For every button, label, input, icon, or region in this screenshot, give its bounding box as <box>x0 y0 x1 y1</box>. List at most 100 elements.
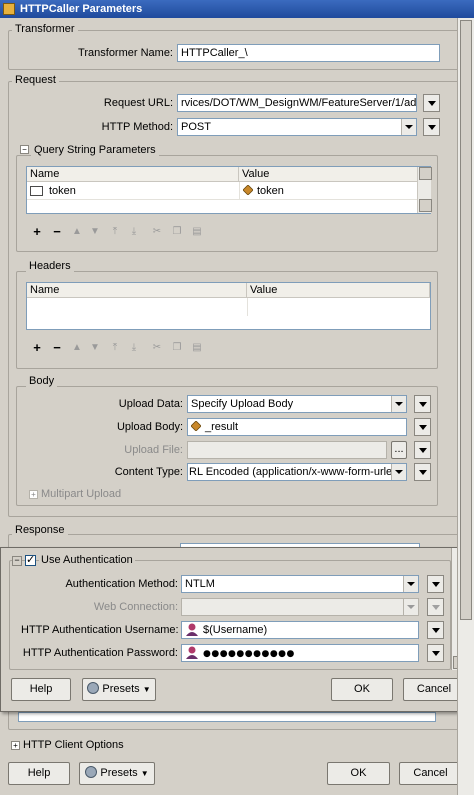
multipart-upload-label[interactable]: Multipart Upload <box>41 488 121 501</box>
cut-icon[interactable]: ✂ <box>150 340 164 356</box>
row-name-text: token <box>49 185 76 197</box>
move-up-icon[interactable]: ▲ <box>70 340 84 356</box>
query-table-toolbar: + − ▲ ▼ ⤒ ⤓ ✂ ❐ ▤ <box>30 224 210 240</box>
expand-icon[interactable]: + <box>29 490 38 499</box>
auth-method-menu-button[interactable] <box>427 575 444 593</box>
column-header-value[interactable]: Value <box>247 283 430 298</box>
add-row-icon[interactable]: + <box>30 224 44 240</box>
request-url-input[interactable]: rvices/DOT/WM_DesignWM/FeatureServer/1/a… <box>177 94 417 112</box>
auth-method-label: Authentication Method: <box>65 578 178 590</box>
use-authentication-label: Use Authentication <box>39 553 135 568</box>
table-row[interactable]: token token <box>27 182 419 200</box>
http-method-menu-button[interactable] <box>423 118 440 136</box>
body-title: Body <box>26 375 58 388</box>
cancel-button[interactable]: Cancel <box>403 678 465 701</box>
upload-file-menu-button[interactable] <box>414 441 431 459</box>
headers-title: Headers <box>26 260 74 273</box>
remove-row-icon[interactable]: − <box>50 340 64 356</box>
query-string-table[interactable]: Name Value token token <box>26 166 432 214</box>
chevron-down-icon[interactable] <box>391 396 406 412</box>
http-method-value: POST <box>181 121 211 133</box>
move-down-icon[interactable]: ▼ <box>88 340 102 356</box>
upload-file-input <box>187 441 387 459</box>
transformer-name-input[interactable]: HTTPCaller_\ <box>177 44 440 62</box>
auth-password-input[interactable]: ●●●●●●●●●●● <box>181 644 419 662</box>
chevron-down-icon[interactable] <box>391 464 406 480</box>
move-bottom-icon[interactable]: ⤓ <box>127 340 141 356</box>
chevron-down-icon[interactable] <box>401 119 416 135</box>
copy-icon[interactable]: ❐ <box>170 340 184 356</box>
content-type-menu-button[interactable] <box>414 463 431 481</box>
upload-body-menu-button[interactable] <box>414 418 431 436</box>
ok-button[interactable]: OK <box>327 762 390 785</box>
scroll-up-icon[interactable] <box>419 167 432 180</box>
copy-icon[interactable]: ❐ <box>170 224 184 240</box>
upload-body-input[interactable]: _result <box>187 418 407 436</box>
ok-button[interactable]: OK <box>331 678 393 701</box>
auth-method-select[interactable]: NTLM <box>181 575 419 593</box>
collapse-icon[interactable]: − <box>12 556 22 566</box>
paste-icon[interactable]: ▤ <box>190 340 204 356</box>
http-client-options-label[interactable]: HTTP Client Options <box>23 739 124 752</box>
http-method-select[interactable]: POST <box>177 118 417 136</box>
use-authentication-checkbox[interactable] <box>25 553 36 566</box>
move-top-icon[interactable]: ⤒ <box>108 340 122 356</box>
presets-icon <box>85 766 98 778</box>
chevron-down-icon: ▼ <box>142 685 151 694</box>
ok-button-label: OK <box>354 683 370 695</box>
add-row-icon[interactable]: + <box>30 340 44 356</box>
content-type-select[interactable]: RL Encoded (application/x-www-form-urlen… <box>187 463 407 481</box>
user-parameter-icon <box>243 185 253 195</box>
upload-data-select[interactable]: Specify Upload Body <box>187 395 407 413</box>
move-down-icon[interactable]: ▼ <box>88 224 102 240</box>
content-type-value: RL Encoded (application/x-www-form-urlen… <box>189 466 406 478</box>
remove-row-icon[interactable]: − <box>50 224 64 240</box>
web-connection-select <box>181 598 419 616</box>
authentication-overlay: − Use Authentication Authentication Meth… <box>0 547 466 712</box>
row-value-cell[interactable]: token <box>243 183 284 199</box>
cancel-button[interactable]: Cancel <box>399 762 462 785</box>
move-bottom-icon[interactable]: ⤓ <box>127 224 141 240</box>
upload-data-menu-button[interactable] <box>414 395 431 413</box>
column-header-name[interactable]: Name <box>27 283 247 298</box>
auth-password-menu-button[interactable] <box>427 644 444 662</box>
expand-icon[interactable]: + <box>11 741 20 750</box>
auth-username-input[interactable]: $(Username) <box>181 621 419 639</box>
request-section-title: Request <box>12 74 59 87</box>
query-table-scrollbar[interactable] <box>417 167 432 213</box>
web-connection-label: Web Connection: <box>93 601 178 613</box>
auth-username-menu-button[interactable] <box>427 621 444 639</box>
presets-button[interactable]: Presets ▼ <box>82 678 156 701</box>
paste-icon[interactable]: ▤ <box>190 224 204 240</box>
collapse-icon[interactable]: − <box>20 145 29 154</box>
window-scrollbar[interactable] <box>457 18 474 795</box>
content-type-label: Content Type: <box>114 466 183 478</box>
column-header-name[interactable]: Name <box>27 167 239 182</box>
column-divider <box>239 182 240 200</box>
presets-icon <box>87 682 100 694</box>
column-header-value[interactable]: Value <box>239 167 419 182</box>
app-icon <box>3 3 15 15</box>
row-name-cell[interactable]: token <box>30 183 76 199</box>
cancel-button-label: Cancel <box>416 683 452 695</box>
help-button[interactable]: Help <box>11 678 71 701</box>
cut-icon[interactable]: ✂ <box>150 224 164 240</box>
upload-data-value: Specify Upload Body <box>191 398 294 410</box>
request-url-label: Request URL: <box>103 97 173 109</box>
move-top-icon[interactable]: ⤒ <box>108 224 122 240</box>
scrollbar-thumb[interactable] <box>460 20 472 620</box>
chevron-down-icon[interactable] <box>403 576 418 592</box>
move-up-icon[interactable]: ▲ <box>70 224 84 240</box>
presets-button[interactable]: Presets ▼ <box>79 762 155 785</box>
row-value-text: token <box>257 185 284 197</box>
response-section-title: Response <box>12 524 68 537</box>
headers-table[interactable]: Name Value <box>26 282 431 330</box>
help-button[interactable]: Help <box>8 762 70 785</box>
request-url-menu-button[interactable] <box>423 94 440 112</box>
ok-button-label: OK <box>350 767 367 779</box>
transformer-name-label: Transformer Name: <box>78 47 173 59</box>
attribute-icon <box>191 421 201 431</box>
browse-button[interactable]: ... <box>391 441 407 459</box>
scroll-down-icon[interactable] <box>419 199 432 212</box>
auth-password-label: HTTP Authentication Password: <box>22 647 178 659</box>
